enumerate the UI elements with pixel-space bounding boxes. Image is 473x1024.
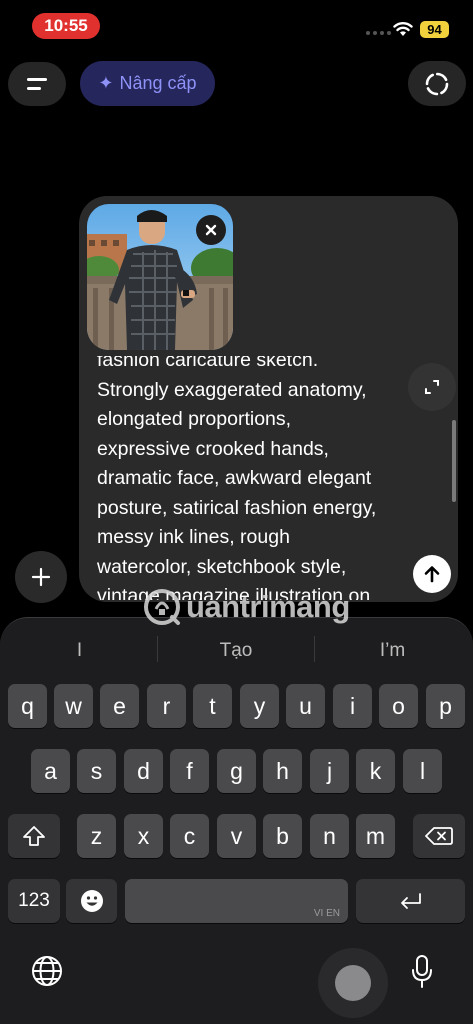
prompt-line: dramatic face, awkward elegant: [97, 467, 372, 489]
key-e[interactable]: e: [100, 684, 139, 728]
composer-box[interactable]: fashion caricature sketch. Strongly exag…: [79, 196, 458, 602]
prompt-line: watercolor, sketchbook style,: [97, 555, 347, 578]
prompt-line: posture, satirical fashion energy,: [97, 496, 377, 519]
suggestion-divider: [157, 636, 158, 662]
prompt-line: fashion caricature sketch.: [97, 356, 319, 371]
prompt-text-area[interactable]: fashion caricature sketch. Strongly exag…: [97, 356, 417, 600]
backspace-icon: [425, 827, 453, 845]
prompt-line: expressive crooked hands,: [97, 437, 329, 460]
key-i[interactable]: i: [333, 684, 372, 728]
emoji-key[interactable]: [66, 879, 117, 923]
suggestion-2[interactable]: Tạo: [162, 638, 310, 664]
key-z[interactable]: z: [77, 814, 116, 858]
key-h[interactable]: h: [263, 749, 302, 793]
prompt-text: fashion caricature sketch. Strongly exag…: [97, 356, 413, 600]
globe-icon[interactable]: [30, 954, 64, 988]
key-l[interactable]: l: [403, 749, 442, 793]
prompt-line: messy ink lines, rough: [97, 526, 290, 548]
key-n[interactable]: n: [310, 814, 349, 858]
return-key[interactable]: [356, 879, 465, 923]
language-hint: VI EN: [313, 908, 340, 919]
suggestion-3[interactable]: I’m: [320, 638, 465, 664]
menu-button[interactable]: [8, 62, 66, 106]
key-f[interactable]: f: [170, 749, 209, 793]
keyboard: I Tạo I’m q w e r t y u i o p a s d f g …: [0, 617, 473, 1024]
key-t[interactable]: t: [193, 684, 232, 728]
key-a[interactable]: a: [31, 749, 70, 793]
record-icon: [335, 965, 371, 1001]
watermark-text: uantrimang: [186, 589, 350, 624]
battery-indicator: 94: [420, 21, 449, 38]
voice-assistant-button[interactable]: [318, 948, 388, 1018]
key-j[interactable]: j: [310, 749, 349, 793]
key-b[interactable]: b: [263, 814, 302, 858]
menu-icon-line: [27, 87, 41, 90]
add-attachment-button[interactable]: [15, 551, 67, 603]
status-time: 10:55: [32, 13, 100, 39]
emoji-icon: [80, 890, 103, 912]
menu-icon: [27, 78, 47, 81]
key-o[interactable]: o: [379, 684, 418, 728]
key-g[interactable]: g: [217, 749, 256, 793]
wifi-icon: [393, 22, 413, 36]
expand-icon: [425, 380, 439, 394]
numbers-key[interactable]: 123: [8, 879, 60, 923]
plus-icon: [31, 567, 51, 587]
return-icon: [400, 893, 421, 909]
cellular-signal-icon: [366, 31, 391, 35]
delete-key[interactable]: [413, 814, 465, 858]
watermark: uantrimang: [142, 586, 350, 628]
shift-key[interactable]: [8, 814, 60, 858]
upgrade-label: Nâng cấp: [119, 73, 197, 93]
microphone-icon[interactable]: [409, 954, 435, 990]
scrollbar[interactable]: [452, 420, 456, 502]
key-d[interactable]: d: [124, 749, 163, 793]
expand-button[interactable]: [408, 363, 456, 411]
sparkle-icon: ✦: [98, 73, 114, 93]
prompt-line: Strongly exaggerated anatomy,: [97, 378, 367, 401]
shift-icon: [23, 826, 45, 846]
upgrade-button[interactable]: ✦ Nâng cấp: [80, 61, 215, 106]
key-v[interactable]: v: [217, 814, 256, 858]
suggestion-1[interactable]: I: [8, 638, 151, 664]
new-chat-button[interactable]: [408, 61, 466, 106]
key-s[interactable]: s: [77, 749, 116, 793]
key-p[interactable]: p: [426, 684, 465, 728]
space-bar[interactable]: VI EN: [125, 879, 348, 923]
key-m[interactable]: m: [356, 814, 395, 858]
key-q[interactable]: q: [8, 684, 47, 728]
arrow-up-icon: [424, 566, 440, 583]
send-button[interactable]: [413, 555, 451, 593]
key-k[interactable]: k: [356, 749, 395, 793]
key-w[interactable]: w: [54, 684, 93, 728]
remove-photo-button[interactable]: [196, 215, 226, 245]
prompt-line: elongated proportions,: [97, 408, 292, 430]
key-u[interactable]: u: [286, 684, 325, 728]
suggestion-divider: [314, 636, 315, 662]
watermark-logo-icon: [144, 589, 180, 625]
key-r[interactable]: r: [147, 684, 186, 728]
close-icon: [205, 224, 217, 236]
key-x[interactable]: x: [124, 814, 163, 858]
dashed-circle-icon: [425, 72, 449, 95]
key-c[interactable]: c: [170, 814, 209, 858]
key-y[interactable]: y: [240, 684, 279, 728]
